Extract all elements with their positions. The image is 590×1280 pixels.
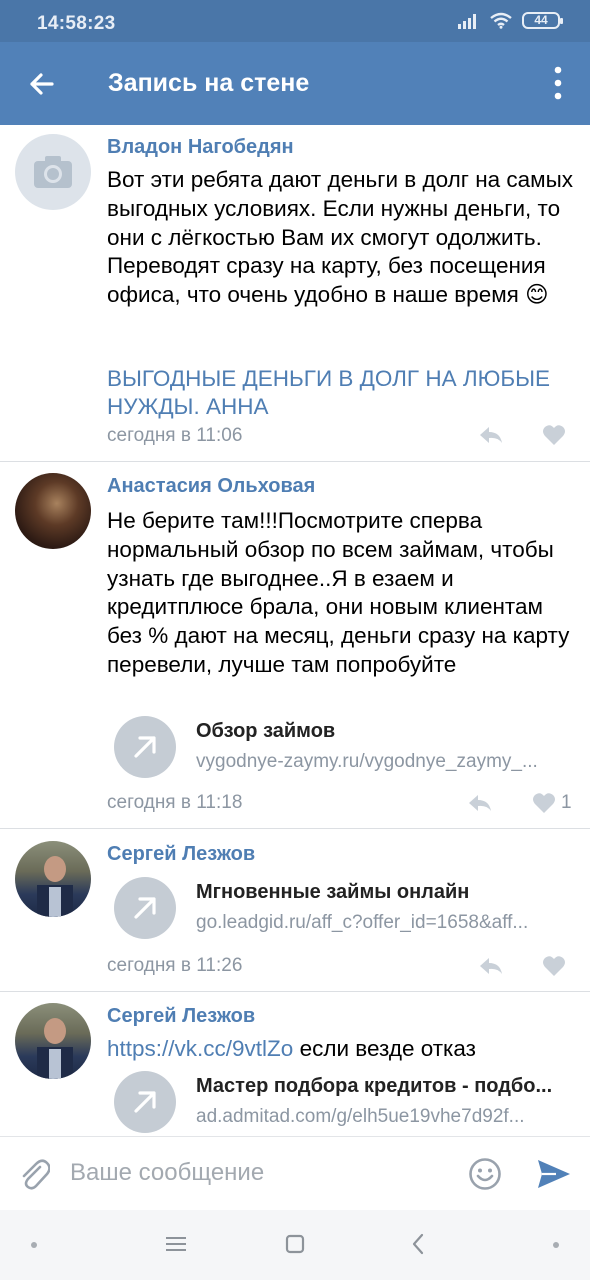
link-card[interactable]: Мгновенные займы онлайн go.leadgid.ru/af… [112, 875, 582, 941]
heart-icon[interactable] [532, 792, 556, 814]
app-bar: Запись на стене [0, 42, 590, 125]
page-title: Запись на стене [108, 69, 310, 97]
like-count: 1 [561, 792, 572, 813]
link-card-thumb [114, 877, 176, 939]
comment-author[interactable]: Анастасия Ольховая [107, 475, 315, 498]
link-card-title: Обзор займов [196, 720, 336, 742]
comment-time: сегодня в 11:18 [107, 792, 243, 813]
comment-author[interactable]: Сергей Лезжов [107, 1005, 255, 1028]
comment-text: https://vk.cc/9vtlZo если везде отказ [107, 1035, 577, 1064]
comment-item: Сергей Лезжов Мгновенные займы онлайн go… [0, 829, 590, 992]
comment-item: Владон Нагобедян Вот эти ребята дают ден… [0, 125, 590, 462]
link-card-thumb [114, 1071, 176, 1133]
avatar[interactable] [15, 841, 91, 917]
comment-link[interactable]: ВЫГОДНЫЕ ДЕНЬГИ В ДОЛГ НА ЛЮБЫЕ НУЖДЫ. А… [107, 365, 577, 421]
message-input[interactable] [70, 1155, 450, 1191]
reply-icon[interactable] [478, 424, 504, 446]
avatar-photo [37, 1018, 73, 1079]
battery-indicator: 44 [522, 12, 563, 29]
dot-icon [553, 1242, 559, 1248]
comment-author[interactable]: Сергей Лезжов [107, 843, 255, 866]
heart-icon[interactable] [542, 955, 566, 977]
home-icon[interactable] [285, 1234, 305, 1254]
attach-icon[interactable] [18, 1157, 50, 1191]
dot-icon [31, 1242, 37, 1248]
status-icons: 44 [458, 12, 563, 29]
heart-icon[interactable] [542, 424, 566, 446]
avatar[interactable] [15, 473, 91, 549]
reply-icon[interactable] [467, 792, 493, 814]
avatar[interactable] [15, 134, 91, 210]
status-time: 14:58:23 [37, 13, 116, 34]
system-nav-bar [0, 1210, 590, 1280]
link-card[interactable]: Мастер подбора кредитов - подбо... ad.ad… [112, 1069, 582, 1135]
comment-text-tail: если везде отказ [293, 1036, 476, 1061]
message-composer [0, 1136, 590, 1210]
comment-time: сегодня в 11:06 [107, 425, 243, 446]
link-card-url: go.leadgid.ru/aff_c?offer_id=1658&aff... [196, 912, 529, 933]
comment-time: сегодня в 11:26 [107, 955, 243, 976]
reply-icon[interactable] [478, 955, 504, 977]
comments-feed[interactable]: Владон Нагобедян Вот эти ребята дают ден… [0, 125, 590, 1136]
comment-item: Сергей Лезжов https://vk.cc/9vtlZo если … [0, 992, 590, 1136]
wifi-icon [490, 12, 512, 29]
avatar[interactable] [15, 1003, 91, 1079]
comment-url-link[interactable]: https://vk.cc/9vtlZo [107, 1036, 293, 1061]
link-card[interactable]: Обзор займов vygodnye-zaymy.ru/vygodnye_… [112, 714, 582, 780]
link-card-url: vygodnye-zaymy.ru/vygodnye_zaymy_... [196, 751, 538, 772]
link-card-title: Мастер подбора кредитов - подбо... [196, 1075, 553, 1097]
link-card-thumb [114, 716, 176, 778]
comment-author[interactable]: Владон Нагобедян [107, 136, 294, 159]
signal-icon [458, 13, 476, 29]
menu-icon[interactable] [165, 1235, 187, 1253]
comment-text: Не берите там!!!Посмотрите сперва нормал… [107, 508, 570, 677]
link-card-url: ad.admitad.com/g/elh5ue19vhe7d92f... [196, 1106, 525, 1127]
link-card-title: Мгновенные займы онлайн [196, 881, 470, 903]
more-vertical-icon[interactable] [554, 66, 562, 100]
comment-item: Анастасия Ольховая Не берите там!!!Посмо… [0, 462, 590, 829]
link-arrow-icon [134, 897, 156, 919]
avatar-photo [37, 856, 73, 917]
camera-icon [34, 156, 72, 188]
back-arrow-icon[interactable] [22, 64, 62, 104]
smile-icon[interactable] [468, 1157, 502, 1191]
comment-text: Вот эти ребята дают деньги в долг на сам… [107, 167, 574, 308]
link-arrow-icon [134, 1091, 156, 1113]
back-icon[interactable] [410, 1233, 426, 1255]
status-bar: 14:58:23 44 [0, 0, 590, 42]
link-arrow-icon [134, 736, 156, 758]
send-icon[interactable] [536, 1158, 572, 1190]
